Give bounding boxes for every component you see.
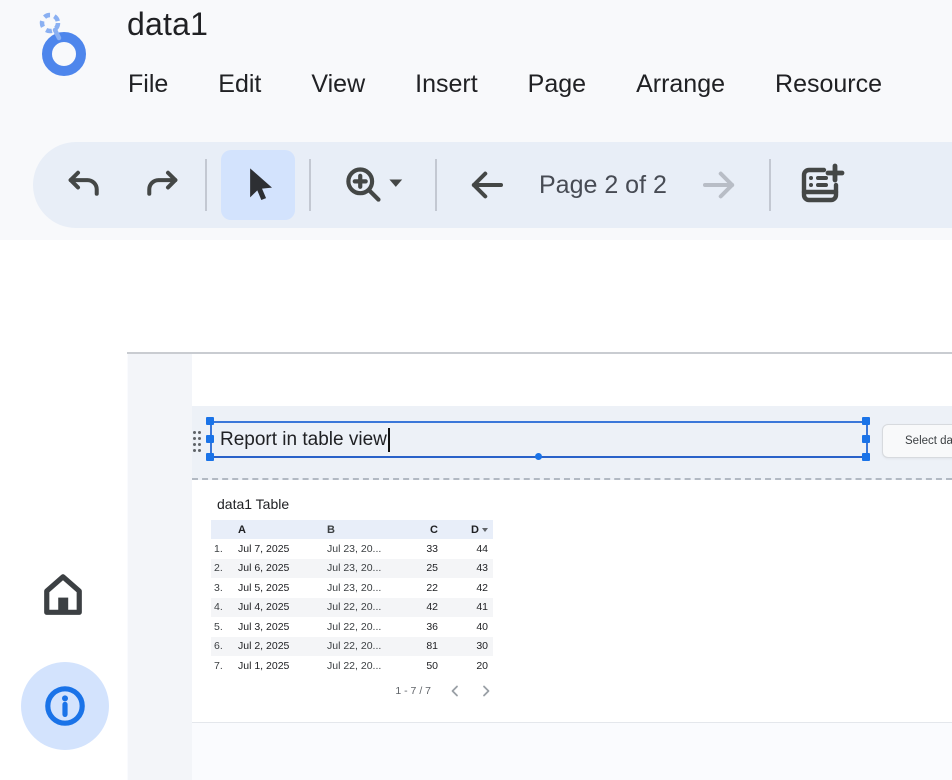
header-col-d[interactable]: D xyxy=(443,520,493,539)
menu-page[interactable]: Page xyxy=(528,70,586,99)
menu-view[interactable]: View xyxy=(311,70,365,99)
chevron-left-icon xyxy=(448,684,462,698)
header-col-b[interactable]: B xyxy=(325,520,423,539)
next-page-button[interactable] xyxy=(689,155,749,215)
left-sidebar xyxy=(0,240,127,780)
arrow-left-icon xyxy=(466,164,508,206)
selection-handle-top-left[interactable] xyxy=(206,417,214,425)
pagination-range: 1 - 7 / 7 xyxy=(395,685,431,697)
table-title: data1 Table xyxy=(211,492,493,520)
toolbar-divider xyxy=(769,159,771,211)
menu-resource[interactable]: Resource xyxy=(775,70,882,99)
app-header: data1 File Edit View Insert Page Arrange… xyxy=(0,0,952,240)
menu-file[interactable]: File xyxy=(128,70,168,99)
zoom-in-icon xyxy=(342,163,404,207)
table-row: 4. Jul 4, 2025 Jul 22, 20... 42 41 xyxy=(211,598,493,618)
table-row: 5. Jul 3, 2025 Jul 22, 20... 36 40 xyxy=(211,617,493,637)
page-bottom-edge xyxy=(192,722,952,723)
date-range-label: Select date range xyxy=(905,435,952,447)
data-table: A B C D 1. Jul 7, 2025 Jul 23, 20... 33 … xyxy=(211,520,493,676)
title-textbox-text: Report in table view xyxy=(220,429,387,451)
selection-handle-bottom-left[interactable] xyxy=(206,453,214,461)
home-icon[interactable] xyxy=(37,569,89,621)
selection-handle-mid-right[interactable] xyxy=(862,435,870,443)
add-page-button[interactable] xyxy=(791,155,851,215)
cursor-select-icon xyxy=(237,164,279,206)
menu-arrange[interactable]: Arrange xyxy=(636,70,725,99)
undo-icon xyxy=(64,164,106,206)
add-page-icon xyxy=(797,161,845,209)
quick-filter-bar: + Add quick filter Reset xyxy=(0,240,952,353)
redo-button[interactable] xyxy=(131,155,191,215)
pagination-prev-button[interactable] xyxy=(448,684,462,698)
info-button[interactable] xyxy=(21,662,109,750)
header-index xyxy=(211,520,236,539)
table-row: 3. Jul 5, 2025 Jul 23, 20... 22 42 xyxy=(211,578,493,598)
header-col-c[interactable]: C xyxy=(423,520,443,539)
pagination-next-button[interactable] xyxy=(479,684,493,698)
arrow-right-icon xyxy=(698,164,740,206)
selection-handle-top-right[interactable] xyxy=(862,417,870,425)
menubar: File Edit View Insert Page Arrange Resou… xyxy=(128,70,882,99)
table-row: 2. Jul 6, 2025 Jul 23, 20... 25 43 xyxy=(211,559,493,579)
toolbar: Page 2 of 2 xyxy=(33,142,952,228)
info-icon xyxy=(41,682,89,730)
toolbar-divider xyxy=(309,159,311,211)
selection-handle-bottom-right[interactable] xyxy=(862,453,870,461)
selection-handle-bottom-center[interactable] xyxy=(535,453,542,460)
table-row: 7. Jul 1, 2025 Jul 22, 20... 50 20 xyxy=(211,656,493,676)
chevron-right-icon xyxy=(479,684,493,698)
data-table-component[interactable]: data1 Table A B C D 1. Jul 7, 2025 Jul 2… xyxy=(211,492,493,704)
sort-caret-icon xyxy=(482,528,488,532)
redo-icon xyxy=(140,164,182,206)
table-row: 1. Jul 7, 2025 Jul 23, 20... 33 44 xyxy=(211,539,493,559)
looker-studio-logo-icon[interactable] xyxy=(34,10,90,80)
previous-page-button[interactable] xyxy=(457,155,517,215)
zoom-tool-button[interactable] xyxy=(325,155,421,215)
date-range-control[interactable]: Select date range xyxy=(882,424,952,458)
table-pagination: 1 - 7 / 7 xyxy=(211,678,493,704)
toolbar-divider xyxy=(205,159,207,211)
menu-edit[interactable]: Edit xyxy=(218,70,261,99)
report-title[interactable]: data1 xyxy=(127,6,208,43)
header-col-a[interactable]: A xyxy=(236,520,325,539)
selection-handle-mid-left[interactable] xyxy=(206,435,214,443)
menu-insert[interactable]: Insert xyxy=(415,70,478,99)
canvas-gutter xyxy=(128,354,192,780)
toolbar-divider xyxy=(435,159,437,211)
table-header-row: A B C D xyxy=(211,520,493,539)
page-indicator[interactable]: Page 2 of 2 xyxy=(539,171,667,200)
drag-handle[interactable] xyxy=(193,431,205,453)
select-tool-button[interactable] xyxy=(221,150,295,220)
undo-button[interactable] xyxy=(55,155,115,215)
table-row: 6. Jul 2, 2025 Jul 22, 20... 81 30 xyxy=(211,637,493,657)
text-cursor xyxy=(388,428,390,452)
looker-studio-window: data1 File Edit View Insert Page Arrange… xyxy=(0,0,952,780)
